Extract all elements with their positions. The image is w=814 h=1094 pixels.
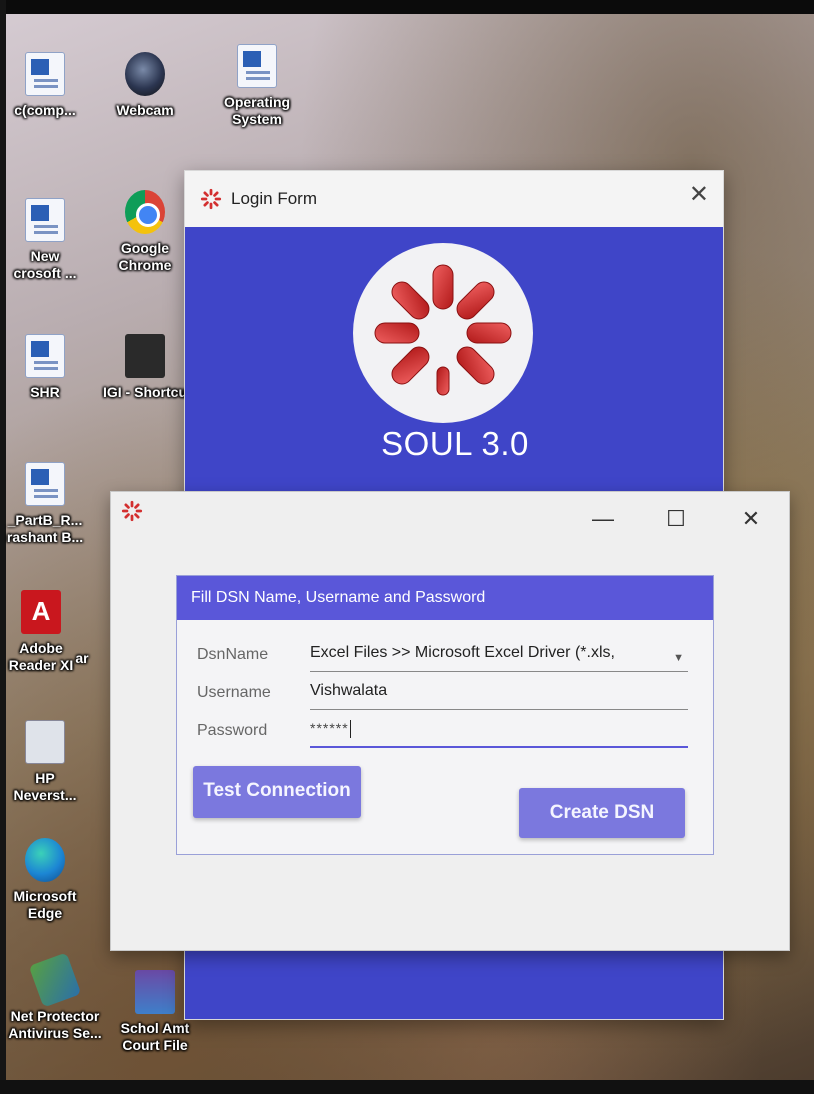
monitor-bezel-top	[0, 0, 814, 14]
desktop-icon-label: _PartB_R... rashant B...	[6, 512, 84, 545]
test-connection-button[interactable]: Test Connection	[193, 766, 361, 818]
password-row: Password ******	[197, 714, 697, 748]
dropdown-arrow-icon[interactable]: ▼	[673, 652, 684, 664]
minimize-button[interactable]: —	[583, 506, 623, 532]
panel-header: Fill DSN Name, Username and Password	[177, 576, 713, 620]
soul-app-icon	[121, 500, 143, 522]
webcam-icon	[125, 52, 165, 96]
desktop-icon-label: SHR	[30, 384, 60, 400]
username-row: Username Vishwalata	[197, 676, 697, 710]
dsn-name-value: Excel Files >> Microsoft Excel Driver (*…	[310, 644, 615, 661]
username-label: Username	[197, 684, 271, 701]
desktop-icon-igi-shortcut[interactable]: IGI - Shortcu	[100, 334, 190, 401]
create-dsn-button[interactable]: Create DSN	[519, 788, 685, 838]
desktop-icon-label: HP Neverst...	[13, 770, 77, 803]
login-window-title: Login Form	[231, 189, 317, 208]
word-doc-icon	[25, 462, 65, 506]
username-field[interactable]: Vishwalata	[310, 682, 688, 710]
soul-app-title: SOUL 3.0	[381, 425, 529, 462]
desktop-icon-label: Microsoft Edge	[13, 888, 77, 921]
desktop-icon-google-chrome[interactable]: Google Chrome	[100, 190, 190, 274]
soul-logo	[353, 243, 533, 423]
login-close-button[interactable]: ✕	[689, 183, 709, 207]
desktop-icon-net-protector[interactable]: Net Protector Antivirus Se...	[0, 952, 110, 1042]
soul-app-icon	[200, 188, 222, 210]
printer-icon	[25, 720, 65, 764]
desktop-icon-label: Operating System	[223, 94, 291, 127]
winrar-icon	[135, 970, 175, 1014]
soul-logo-icon	[374, 264, 512, 396]
word-doc-icon	[237, 44, 277, 88]
chrome-icon	[125, 190, 165, 234]
password-field[interactable]: ******	[310, 720, 688, 748]
dsn-name-row: DsnName Excel Files >> Microsoft Excel D…	[197, 638, 697, 672]
adobe-reader-icon	[21, 590, 61, 634]
word-doc-icon	[25, 334, 65, 378]
antivirus-icon	[28, 952, 82, 1008]
igi-shortcut-icon	[125, 334, 165, 378]
password-value: ******	[310, 720, 349, 736]
desktop-icon-label: Google Chrome	[118, 240, 172, 273]
text-caret	[349, 720, 351, 739]
desktop-icon-shr[interactable]: SHR	[0, 334, 90, 401]
desktop-icon-label: Net Protector Antivirus Se...	[8, 1008, 102, 1041]
edge-icon	[25, 838, 65, 882]
password-label: Password	[197, 722, 268, 739]
login-titlebar[interactable]: Login Form ✕	[185, 171, 723, 227]
desktop-icon-label: Webcam	[116, 102, 174, 118]
dsn-name-select[interactable]: Excel Files >> Microsoft Excel Driver (*…	[310, 644, 688, 672]
dsn-titlebar[interactable]: — ☐ ✕	[111, 492, 789, 552]
dsn-dialog-window: — ☐ ✕ Fill DSN Name, Username and Passwo…	[110, 491, 790, 951]
desktop-icon-label: c(comp...	[14, 102, 76, 118]
desktop-icon-label: IGI - Shortcu	[103, 384, 187, 400]
desktop-icon-label: ar	[75, 650, 89, 666]
dsn-form-panel: Fill DSN Name, Username and Password Dsn…	[176, 575, 714, 855]
dsn-name-label: DsnName	[197, 646, 269, 663]
maximize-button[interactable]: ☐	[656, 506, 696, 532]
close-button[interactable]: ✕	[731, 506, 771, 532]
desktop-icon-operating-system[interactable]: Operating System	[212, 44, 302, 128]
desktop-icon-webcam[interactable]: Webcam	[100, 52, 190, 119]
desktop-icon-label: New crosoft ...	[13, 248, 77, 281]
username-value: Vishwalata	[310, 682, 388, 699]
desktop-icon-partb-doc[interactable]: _PartB_R... rashant B...	[0, 462, 90, 546]
desktop-icon-comp-doc[interactable]: c(comp...	[0, 52, 90, 119]
desktop-icon-label: Schol Amt Court File	[120, 1020, 190, 1053]
desktop-icon-microsoft-edge[interactable]: Microsoft Edge	[0, 838, 90, 922]
monitor-bezel-bottom	[0, 1080, 814, 1094]
desktop-icon-partial[interactable]: ar	[62, 650, 102, 667]
word-doc-icon	[25, 198, 65, 242]
desktop-icon-new-microsoft[interactable]: New crosoft ...	[0, 198, 90, 282]
desktop-icon-hp-neverstop[interactable]: HP Neverst...	[0, 720, 90, 804]
monitor-bezel-left	[0, 0, 6, 1094]
word-doc-icon	[25, 52, 65, 96]
